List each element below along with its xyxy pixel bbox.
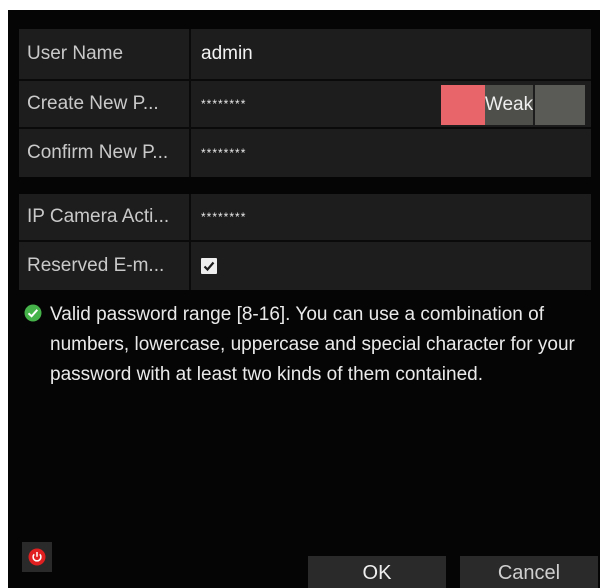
activation-dialog: User Name admin Create New P... ********… [8,10,600,588]
user-name-label: User Name [19,29,191,79]
ip-camera-activation-mask: ******** [201,210,247,224]
power-button[interactable] [22,542,52,572]
reserved-email-cell [191,242,591,290]
cancel-button[interactable]: Cancel [460,556,598,588]
password-panel: User Name admin Create New P... ********… [19,29,591,177]
password-hint: Valid password range [8-16]. You can use… [24,300,590,390]
row-ip-camera-activation: IP Camera Acti... ******** [19,194,591,242]
user-name-value: admin [201,43,253,64]
camera-panel: IP Camera Acti... ******** Reserved E-m.… [19,194,591,290]
ok-button[interactable]: OK [308,556,446,588]
ip-camera-activation-field[interactable]: ******** [191,194,591,240]
power-icon [28,548,46,566]
password-strength-meter: Weak [441,85,585,125]
confirm-new-password-field[interactable]: ******** [191,129,591,177]
create-new-password-field[interactable]: ******** Weak [191,81,591,127]
reserved-email-label: Reserved E-m... [19,242,191,290]
strength-bar-weak [441,85,485,125]
row-reserved-email: Reserved E-m... [19,242,591,290]
row-create-new-password: Create New P... ******** Weak [19,81,591,129]
dialog-footer: OK Cancel [8,542,600,588]
strength-bar-strong [535,85,585,125]
password-hint-text: Valid password range [8-16]. You can use… [50,304,575,385]
create-new-password-label: Create New P... [19,81,191,127]
row-confirm-new-password: Confirm New P... ******** [19,129,591,177]
check-circle-icon [24,304,42,322]
strength-label: Weak [485,85,533,125]
checkmark-icon [203,261,215,272]
confirm-new-password-mask: ******** [201,146,247,160]
create-new-password-mask: ******** [201,97,247,111]
reserved-email-checkbox[interactable] [201,258,217,274]
confirm-new-password-label: Confirm New P... [19,129,191,177]
row-user-name: User Name admin [19,29,591,81]
ip-camera-activation-label: IP Camera Acti... [19,194,191,240]
